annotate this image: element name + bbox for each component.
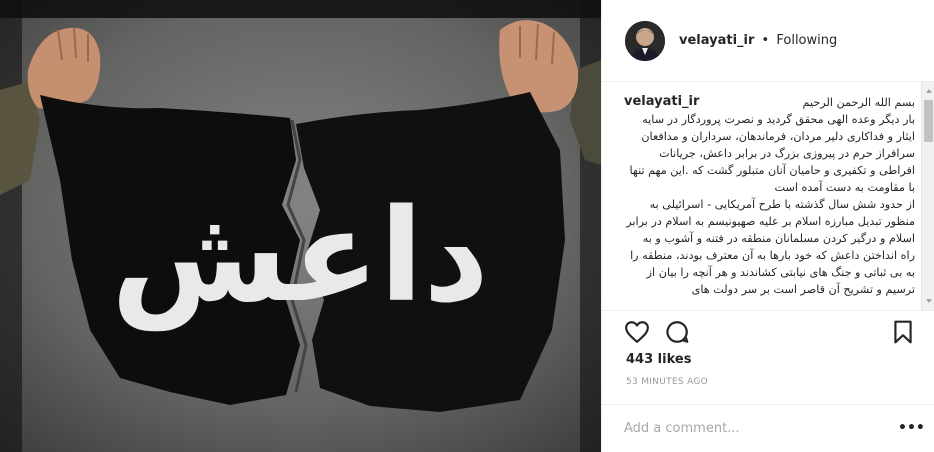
caption-text: بسم الله الرحمن الرحیم بار دیگر وعده اله… (626, 96, 915, 296)
comment-bar: ••• (602, 404, 934, 452)
scroll-up-arrow-icon[interactable] (924, 86, 934, 96)
torn-flag-image: داعش (0, 0, 601, 452)
avatar-image (625, 20, 665, 61)
heart-icon[interactable] (624, 319, 650, 345)
post-sidebar: velayati_ir • Following velayati_ir بسم … (601, 0, 934, 452)
comment-icon[interactable] (664, 319, 690, 345)
caption-scrollbar[interactable] (921, 82, 934, 310)
action-bar (602, 310, 934, 352)
scroll-thumb[interactable] (924, 100, 933, 142)
separator-dot: • (761, 33, 770, 48)
comment-input[interactable] (624, 417, 864, 439)
post-header: velayati_ir • Following (602, 0, 934, 82)
bookmark-icon[interactable] (890, 319, 916, 345)
likes-count[interactable]: 443 likes (626, 352, 691, 367)
avatar[interactable] (625, 20, 665, 61)
flag-text: داعش (111, 182, 489, 331)
scroll-down-arrow-icon[interactable] (924, 296, 934, 306)
post-image[interactable]: داعش (0, 0, 601, 452)
post-time[interactable]: 53 MINUTES AGO (626, 377, 708, 387)
caption: velayati_ir بسم الله الرحمن الرحیم بار د… (624, 94, 917, 308)
follow-status-button[interactable]: Following (776, 33, 837, 48)
more-options-icon[interactable]: ••• (898, 419, 925, 437)
header-username[interactable]: velayati_ir (679, 33, 754, 48)
